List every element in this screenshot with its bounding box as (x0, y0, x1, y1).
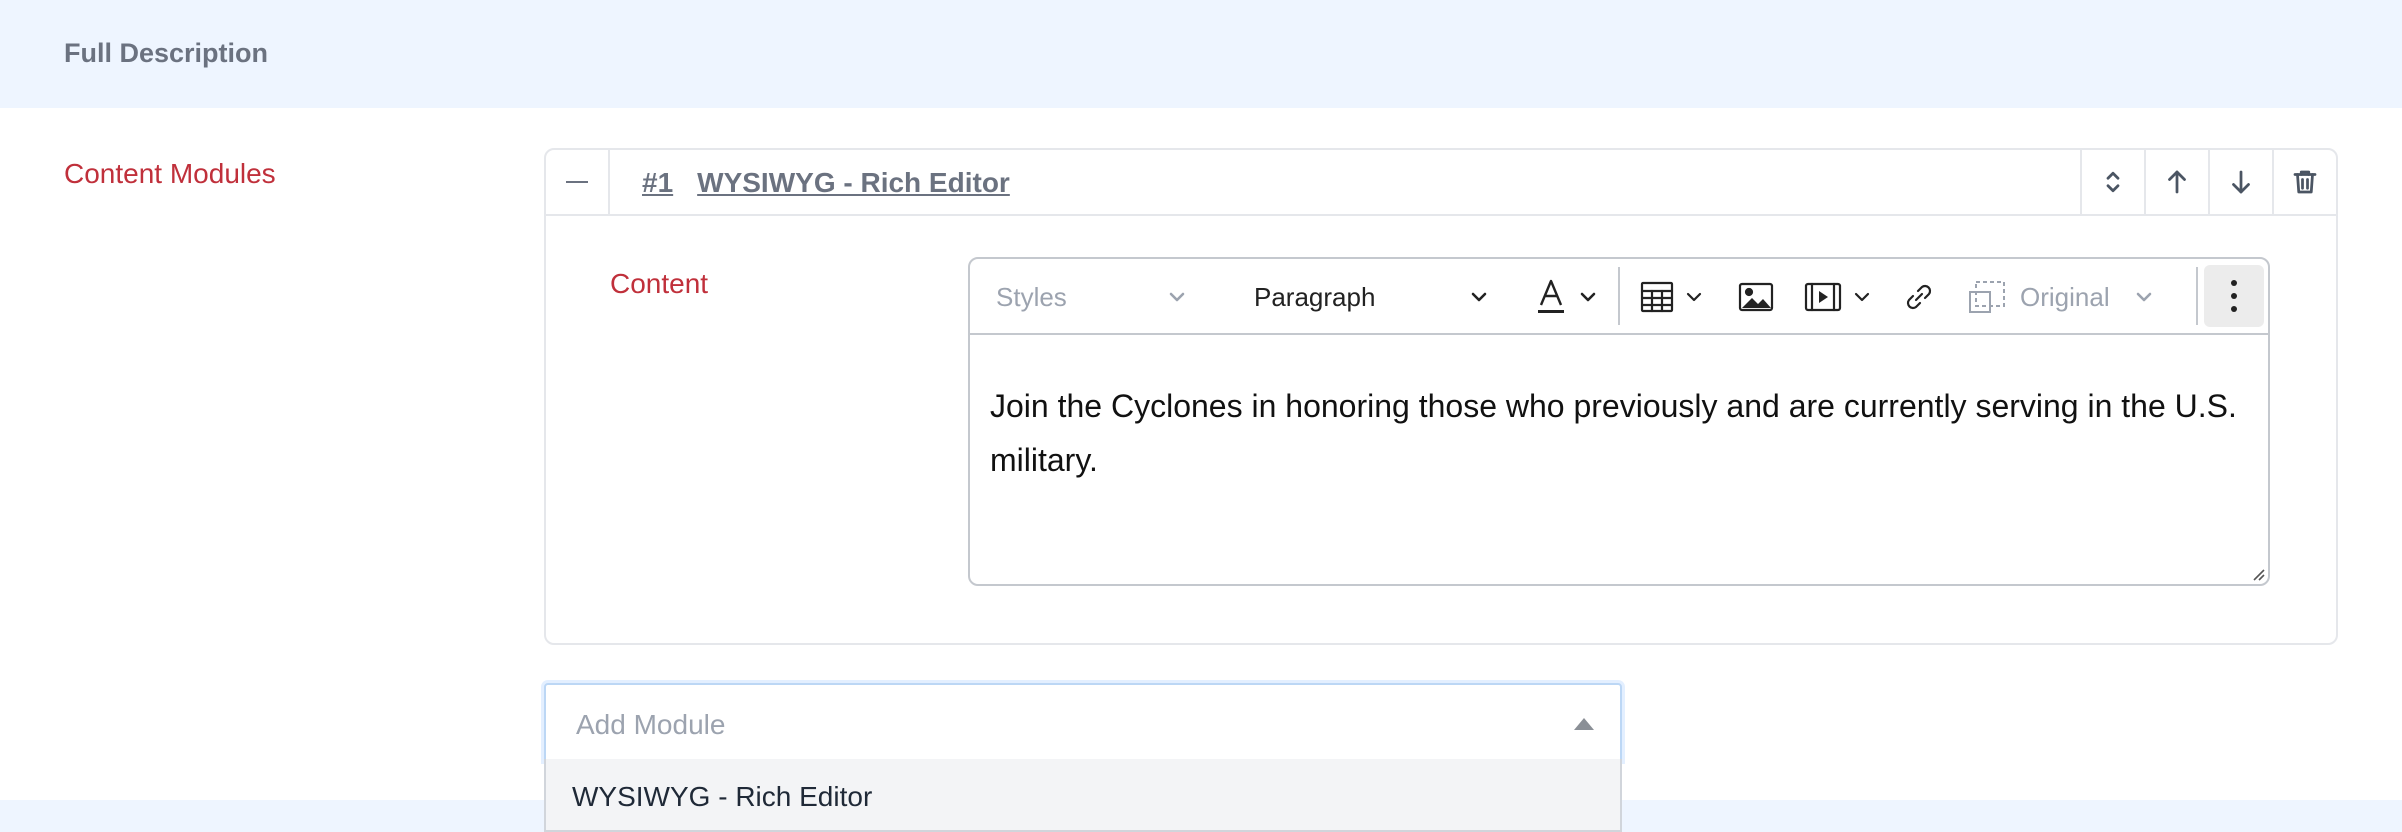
toolbar-separator (2196, 267, 2198, 325)
section-title: Full Description (64, 38, 269, 68)
paragraph-dropdown[interactable]: Paragraph (1254, 259, 1489, 335)
chevron-down-icon (1472, 292, 1487, 302)
chevron-down-icon (1686, 292, 1702, 302)
section-header: Full Description (0, 0, 2402, 108)
image-size-dropdown[interactable]: Original (1968, 259, 2154, 335)
styles-dropdown-label: Styles (996, 281, 1067, 312)
module-header: #1 WYSIWYG - Rich Editor (546, 150, 2336, 216)
link-icon (1906, 284, 1932, 310)
caret-up-icon (1574, 718, 1594, 730)
resize-image-icon (1969, 281, 2005, 313)
trash-icon (2293, 170, 2317, 194)
add-module-select[interactable]: Add Module (544, 683, 1622, 761)
arrow-down-icon (2232, 170, 2250, 194)
insert-video-button[interactable] (1804, 259, 1872, 335)
font-color-icon (1538, 279, 1564, 313)
module-title-link[interactable]: #1 WYSIWYG - Rich Editor (642, 167, 1010, 199)
font-color-button[interactable] (1536, 259, 1598, 335)
chevron-up-down-icon (2106, 171, 2120, 193)
chevron-down-icon (1580, 292, 1596, 302)
module-number: #1 (642, 167, 674, 198)
content-modules-label: Content Modules (64, 158, 276, 189)
image-icon (1738, 282, 1774, 312)
chevron-down-icon (1854, 292, 1870, 302)
minus-icon (566, 181, 588, 183)
rich-text-editor: Styles Paragraph Original Join the Cyclo… (968, 257, 2270, 586)
add-module-dropdown: WYSIWYG - Rich Editor (544, 759, 1622, 832)
more-options-button[interactable] (2204, 265, 2264, 327)
resize-handle-icon[interactable] (2250, 566, 2266, 582)
expand-collapse-button[interactable] (2080, 150, 2144, 214)
module-name: WYSIWYG - Rich Editor (697, 167, 1010, 198)
chevron-down-icon (1169, 292, 1185, 302)
page: Full Description Content Modules #1 WYSIW… (0, 0, 2402, 832)
editor-toolbar: Styles Paragraph Original (970, 259, 2268, 335)
image-size-label: Original (2020, 281, 2110, 312)
collapse-button[interactable] (546, 150, 610, 214)
paragraph-dropdown-label: Paragraph (1254, 281, 1376, 312)
move-up-button[interactable] (2144, 150, 2208, 214)
insert-link-button[interactable] (1902, 259, 1936, 335)
delete-module-button[interactable] (2272, 150, 2336, 214)
arrow-up-icon (2168, 170, 2186, 194)
add-module-placeholder: Add Module (576, 709, 726, 740)
video-icon (1804, 282, 1842, 312)
module-actions (2080, 150, 2336, 214)
content-label: Content (610, 268, 709, 299)
chevron-down-icon (2136, 292, 2151, 302)
editor-content-area[interactable]: Join the Cyclones in honoring those who … (990, 379, 2252, 487)
more-options-icon (2231, 280, 2237, 312)
dropdown-option-wysiwyg[interactable]: WYSIWYG - Rich Editor (572, 781, 872, 813)
insert-image-button[interactable] (1738, 259, 1774, 335)
table-button[interactable] (1640, 259, 1704, 335)
table-icon (1640, 281, 1674, 313)
styles-dropdown[interactable]: Styles (996, 259, 1187, 335)
toolbar-separator (1618, 267, 1620, 325)
move-down-button[interactable] (2208, 150, 2272, 214)
